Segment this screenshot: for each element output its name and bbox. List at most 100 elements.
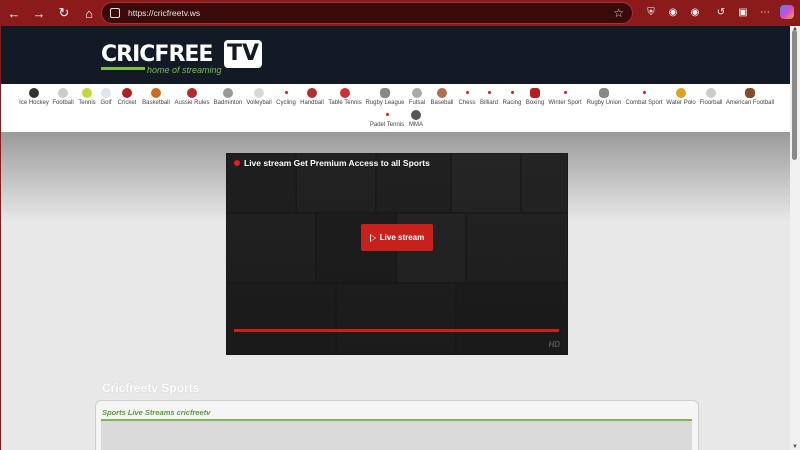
cycling-icon bbox=[284, 91, 288, 94]
hd-badge: HD bbox=[548, 340, 560, 349]
floorball-icon bbox=[706, 88, 716, 98]
sport-label: Basketball bbox=[142, 100, 170, 106]
sport-label: Table Tennis bbox=[328, 100, 362, 106]
sport-football[interactable]: Football bbox=[51, 88, 75, 106]
site-header: CRICFREE TV home of streaming bbox=[1, 26, 790, 84]
player-title-text: Live stream Get Premium Access to all Sp… bbox=[244, 158, 430, 168]
sport-label: Handball bbox=[300, 100, 324, 106]
sport-label: MMA bbox=[409, 122, 423, 128]
sport-mma[interactable]: MMA bbox=[407, 110, 425, 128]
video-player[interactable]: Live stream Get Premium Access to all Sp… bbox=[226, 153, 568, 355]
sport-label: Combat Sport bbox=[625, 100, 663, 106]
back-icon[interactable]: ← bbox=[3, 2, 25, 24]
sport-cycling[interactable]: Cycling bbox=[275, 88, 297, 106]
lock-icon bbox=[110, 8, 120, 18]
logo-tv-badge: TV bbox=[224, 40, 262, 68]
sport-label: Ice Hockey bbox=[19, 100, 49, 106]
sport-label: Rugby League bbox=[365, 100, 405, 106]
live-dot-icon bbox=[234, 160, 240, 166]
football-icon bbox=[58, 88, 68, 98]
streams-card: Sports Live Streams cricfreetv bbox=[95, 400, 699, 450]
sport-cricket[interactable]: Cricket bbox=[116, 88, 138, 106]
sport-tennis[interactable]: Tennis bbox=[77, 88, 97, 106]
golf-icon bbox=[101, 88, 111, 98]
sport-label: Billiard bbox=[479, 100, 498, 106]
share-icon[interactable]: ▣ bbox=[736, 5, 750, 19]
copilot-icon[interactable] bbox=[780, 5, 794, 19]
more-menu-icon[interactable]: ⋯ bbox=[758, 5, 772, 19]
page-scrollbar[interactable]: ▲ ▼ bbox=[790, 26, 800, 450]
sport-chess[interactable]: Chess bbox=[457, 88, 477, 106]
mma-icon bbox=[411, 110, 421, 120]
table-tennis-icon bbox=[340, 88, 350, 98]
streams-card-body bbox=[101, 421, 692, 450]
sport-aussie-rules[interactable]: Aussie Rules bbox=[173, 88, 211, 106]
sport-table-tennis[interactable]: Table Tennis bbox=[327, 88, 363, 106]
sport-label: Cycling bbox=[276, 100, 296, 106]
rugby-union-icon bbox=[599, 88, 609, 98]
sport-basketball[interactable]: Basketball bbox=[140, 88, 172, 106]
sport-combat-sport[interactable]: Combat Sport bbox=[624, 88, 664, 106]
sport-label: Golf bbox=[100, 100, 112, 106]
sport-rugby-union[interactable]: Rugby Union bbox=[585, 88, 623, 106]
player-overlay bbox=[226, 153, 568, 355]
sport-boxing[interactable]: Boxing bbox=[524, 88, 546, 106]
american-football-icon bbox=[745, 88, 755, 98]
sport-label: Racing bbox=[502, 100, 522, 106]
sport-label: Chess bbox=[458, 100, 476, 106]
home-icon[interactable]: ⌂ bbox=[78, 2, 100, 24]
shield-extension-icon[interactable]: ⛨ bbox=[644, 5, 658, 19]
site-logo[interactable]: CRICFREE TV home of streaming bbox=[101, 40, 263, 76]
address-bar[interactable]: https://cricfreetv.ws ☆ bbox=[101, 2, 633, 24]
sport-padel-tennis[interactable]: Padel Tennis bbox=[369, 110, 405, 128]
boxing-icon bbox=[530, 88, 540, 98]
baseball-icon bbox=[437, 88, 447, 98]
extension-icon[interactable]: ◉ bbox=[666, 5, 680, 19]
racing-icon bbox=[510, 91, 514, 94]
section-title: Cricfreetv Sports bbox=[102, 381, 200, 395]
sport-floorball[interactable]: Floorball bbox=[699, 88, 723, 106]
sport-label: Baseball bbox=[430, 100, 454, 106]
basketball-icon bbox=[151, 88, 161, 98]
logo-underline bbox=[101, 67, 145, 70]
streams-card-label: Sports Live Streams cricfreetv bbox=[102, 408, 211, 417]
scrollbar-thumb[interactable] bbox=[792, 30, 797, 160]
refresh-icon[interactable]: ↻ bbox=[53, 2, 75, 24]
live-stream-button[interactable]: Live stream bbox=[361, 224, 433, 251]
winter-sport-icon bbox=[563, 91, 567, 94]
sport-handball[interactable]: Handball bbox=[299, 88, 325, 106]
sport-volleyball[interactable]: Volleyball bbox=[245, 88, 273, 106]
sport-billiard[interactable]: Billiard bbox=[479, 88, 499, 106]
sport-label: Rugby Union bbox=[586, 100, 622, 106]
logo-text: CRICFREE bbox=[101, 42, 213, 67]
scroll-down-icon[interactable]: ▼ bbox=[792, 444, 798, 450]
sport-racing[interactable]: Racing bbox=[501, 88, 523, 106]
sport-american-football[interactable]: American Football bbox=[725, 88, 775, 106]
sport-water-polo[interactable]: Water Polo bbox=[665, 88, 697, 106]
sport-label: American Football bbox=[725, 100, 775, 106]
favorite-star-icon[interactable]: ☆ bbox=[613, 6, 624, 20]
sport-label: Padel Tennis bbox=[369, 122, 405, 128]
volleyball-icon bbox=[254, 88, 264, 98]
sport-golf[interactable]: Golf bbox=[98, 88, 114, 106]
rugby-league-icon bbox=[380, 88, 390, 98]
sport-label: Futsal bbox=[408, 100, 426, 106]
handball-icon bbox=[307, 88, 317, 98]
sport-baseball[interactable]: Baseball bbox=[429, 88, 455, 106]
sport-ice-hockey[interactable]: Ice Hockey bbox=[15, 88, 53, 106]
padel-tennis-icon bbox=[385, 113, 389, 116]
player-progress-bar[interactable] bbox=[234, 329, 559, 332]
play-icon bbox=[369, 233, 376, 242]
logo-tagline: home of streaming bbox=[147, 65, 222, 75]
forward-icon[interactable]: → bbox=[28, 2, 50, 24]
sport-rugby-league[interactable]: Rugby League bbox=[365, 88, 405, 106]
player-title: Live stream Get Premium Access to all Sp… bbox=[234, 158, 430, 168]
chess-icon bbox=[465, 91, 469, 94]
sport-winter-sport[interactable]: Winter Sport bbox=[547, 88, 583, 106]
sport-futsal[interactable]: Futsal bbox=[407, 88, 427, 106]
extension-icon-2[interactable]: ◉ bbox=[688, 5, 702, 19]
sport-badminton[interactable]: Badminton bbox=[212, 88, 244, 106]
badminton-icon bbox=[223, 88, 233, 98]
sport-label: Tennis bbox=[78, 100, 96, 106]
history-icon[interactable]: ↺ bbox=[714, 5, 728, 19]
